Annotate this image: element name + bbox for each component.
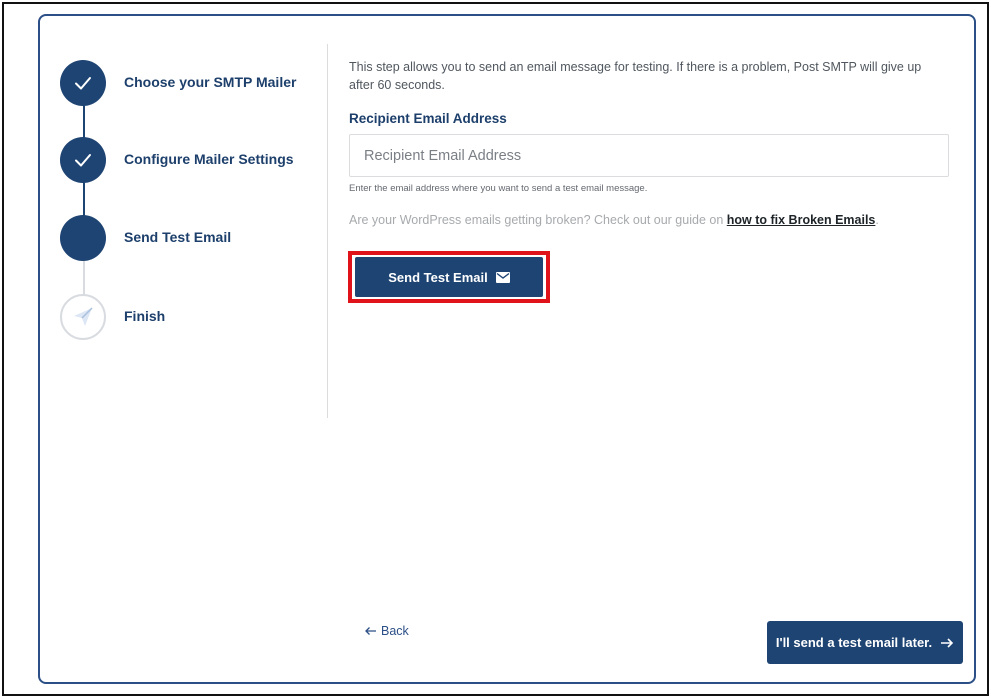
paper-plane-icon <box>74 307 93 326</box>
step-label: Finish <box>124 308 166 324</box>
step-label: Configure Mailer Settings <box>124 151 294 167</box>
check-icon <box>75 154 91 167</box>
step-label: Send Test Email <box>124 229 232 245</box>
step-finish: Finish <box>60 294 330 342</box>
guide-suffix: . <box>875 213 879 227</box>
step-label: Choose your SMTP Mailer <box>124 74 297 90</box>
step-complete-indicator <box>60 137 106 183</box>
arrow-right-icon <box>941 637 954 648</box>
recipient-help-text: Enter the email address where you want t… <box>349 183 648 194</box>
screenshot-frame: Choose your SMTP Mailer Configure Mailer… <box>2 2 989 696</box>
send-button-label: Send Test Email <box>388 269 488 285</box>
recipient-email-input[interactable] <box>349 134 949 177</box>
arrow-left-icon <box>365 627 376 635</box>
step-pending-indicator <box>60 294 106 340</box>
intro-text: This step allows you to send an email me… <box>349 60 922 92</box>
back-label: Back <box>381 624 409 638</box>
broken-emails-guide-link[interactable]: how to fix Broken Emails <box>727 213 876 227</box>
step-current-indicator <box>60 215 106 261</box>
panel-divider <box>327 44 328 418</box>
back-link[interactable]: Back <box>364 624 409 638</box>
broken-emails-guide: Are your WordPress emails getting broken… <box>349 213 879 227</box>
step-send-test-email: Send Test Email <box>60 215 330 263</box>
envelope-icon <box>495 271 510 283</box>
recipient-email-label: Recipient Email Address <box>349 111 507 126</box>
send-test-email-button[interactable]: Send Test Email <box>355 257 543 297</box>
step-connector <box>83 182 85 217</box>
step-choose-mailer: Choose your SMTP Mailer <box>60 60 330 108</box>
send-later-label: I'll send a test email later. <box>775 635 933 650</box>
step-connector <box>83 105 85 141</box>
send-later-button[interactable]: I'll send a test email later. <box>767 621 963 664</box>
step-configure-mailer: Configure Mailer Settings <box>60 137 330 185</box>
step-connector <box>83 260 85 295</box>
guide-prefix: Are your WordPress emails getting broken… <box>349 213 727 227</box>
check-icon <box>75 77 91 90</box>
step-complete-indicator <box>60 60 106 106</box>
setup-wizard-card: Choose your SMTP Mailer Configure Mailer… <box>38 14 976 684</box>
